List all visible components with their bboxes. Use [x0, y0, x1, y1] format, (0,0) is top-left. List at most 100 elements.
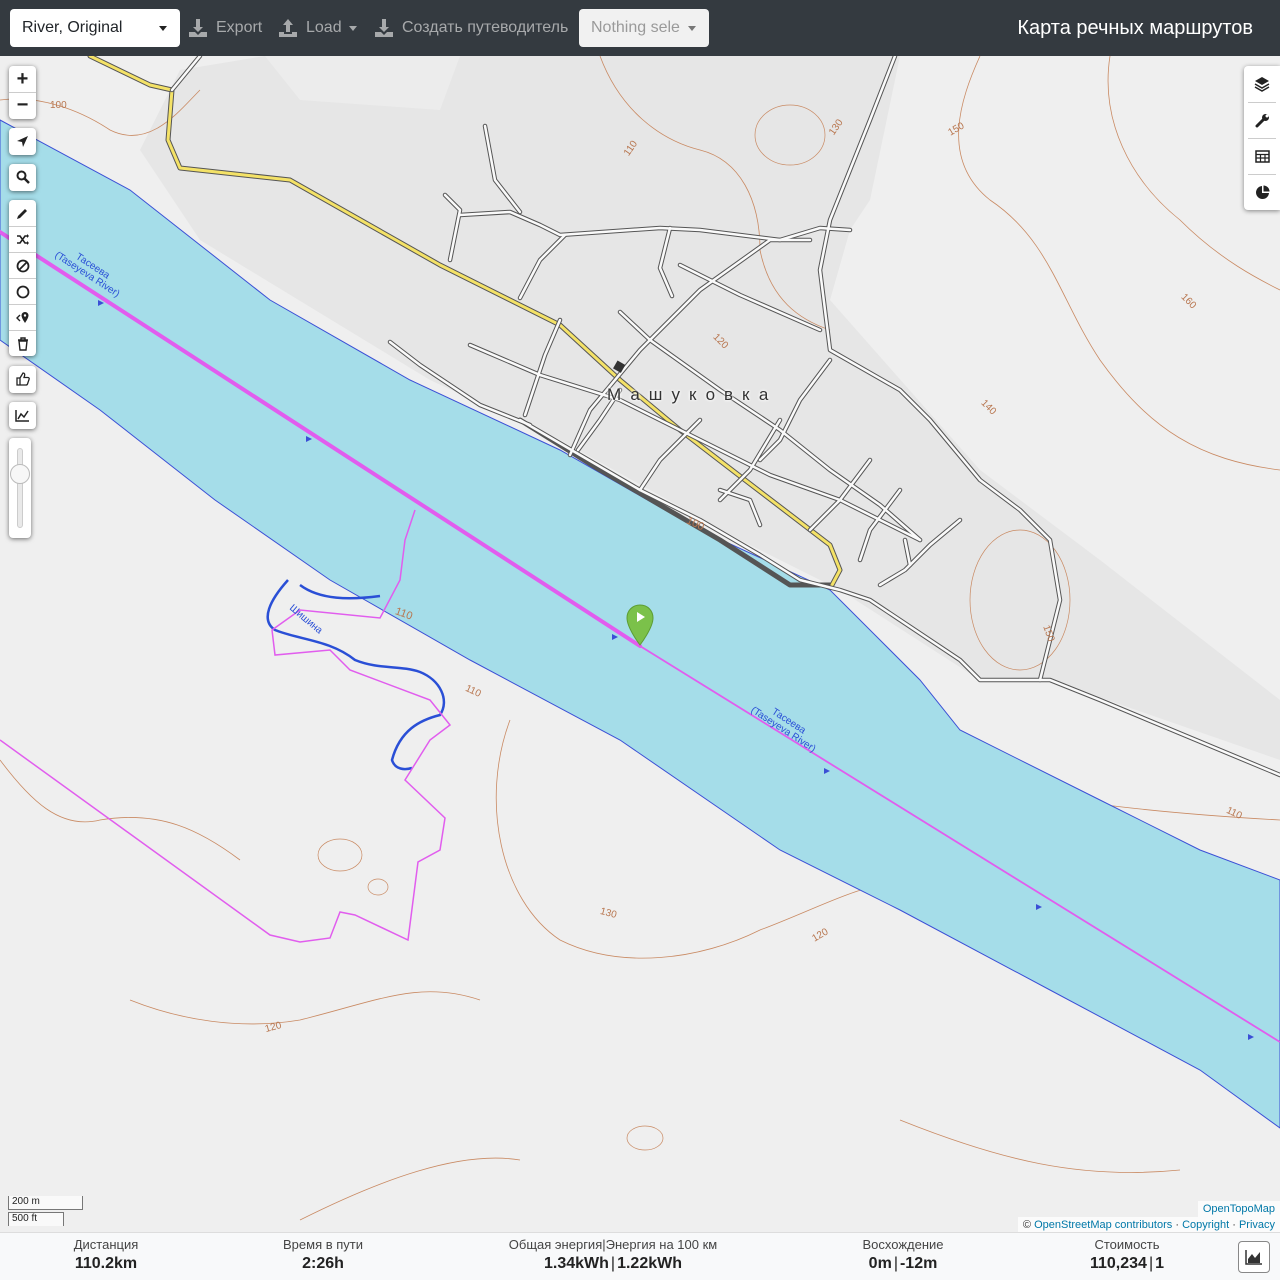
stat-energy-value: 1.34: [544, 1255, 576, 1272]
locate-control: [9, 128, 36, 155]
stat-time: Время в пути 2:26h: [283, 1233, 363, 1273]
circle-button[interactable]: [9, 278, 36, 304]
shuffle-icon: [16, 234, 29, 245]
trash-icon: [17, 336, 28, 351]
village-label: Машуковка: [607, 385, 778, 404]
stat-energy-label: Общая энергия: [508, 1237, 603, 1252]
draw-button[interactable]: [9, 200, 36, 226]
load-button[interactable]: Load: [278, 9, 360, 47]
stat-energy-unit: kWh: [575, 1255, 609, 1272]
stat-energy100-value: 1.22: [617, 1255, 649, 1272]
segment-select[interactable]: Nothing sele: [579, 9, 709, 47]
search-button[interactable]: [9, 164, 36, 190]
stat-descent-unit: m: [923, 1255, 938, 1272]
stat-energy-label-row: Общая энергия|Энергия на 100 км: [509, 1237, 717, 1252]
zoom-in-button[interactable]: +: [9, 66, 36, 92]
pie-chart-icon: [1255, 185, 1269, 199]
stat-cost-label: Стоимость: [1094, 1237, 1160, 1252]
ban-icon: [16, 259, 29, 272]
line-chart-icon: [15, 409, 29, 422]
load-label: Load: [306, 19, 342, 36]
start-marker-icon[interactable]: [626, 604, 654, 646]
poi-button[interactable]: [9, 304, 36, 330]
contour-label: 100: [50, 100, 67, 111]
layers-icon: [1254, 77, 1270, 92]
copyright-link[interactable]: Copyright: [1182, 1219, 1229, 1231]
stat-cost-value-row: 110,234 | 1: [1090, 1255, 1164, 1273]
stat-value-separator: |: [1148, 1255, 1154, 1272]
download-icon: [189, 19, 207, 37]
clear-button[interactable]: [9, 330, 36, 356]
elevation-button[interactable]: [9, 402, 36, 428]
scale-imperial: 500 ft: [8, 1212, 64, 1226]
map-attribution: © OpenStreetMap contributors · Copyright…: [1017, 1217, 1280, 1232]
wrench-icon: [1255, 114, 1269, 128]
stat-distance-unit: km: [114, 1255, 138, 1272]
thumbs-up-icon: [15, 372, 30, 386]
chevron-down-icon: [688, 26, 696, 31]
profile-select-value: River, Original: [22, 19, 123, 36]
scale-metric: 200 m: [8, 1196, 83, 1210]
layers-button[interactable]: [1248, 66, 1276, 102]
stat-cost-value: 110,234: [1089, 1255, 1147, 1272]
chevron-down-icon: [159, 26, 167, 31]
zoom-out-button[interactable]: −: [9, 92, 36, 118]
slider-handle[interactable]: [10, 464, 30, 484]
elevation-control: [9, 402, 36, 429]
copyright-sign: ©: [1022, 1219, 1032, 1231]
stat-ascent: Восхождение 0m | -12m: [862, 1233, 943, 1273]
hand-control: [9, 366, 36, 393]
stat-distance: Дистанция 110.2km: [74, 1233, 139, 1273]
zoom-control: + −: [9, 66, 36, 119]
opacity-slider[interactable]: [9, 438, 31, 538]
stat-energy100-label: Энергия на 100 км: [605, 1237, 718, 1252]
create-guide-label: Создать путеводитель: [402, 19, 569, 36]
attribution-separator: ·: [1175, 1219, 1179, 1231]
create-guide-button[interactable]: Создать путеводитель: [374, 9, 574, 47]
stat-distance-value: 110.2: [74, 1255, 115, 1272]
reverse-button[interactable]: [9, 226, 36, 252]
stats-button[interactable]: [1248, 174, 1276, 210]
search-control: [9, 164, 36, 191]
settings-button[interactable]: [1248, 102, 1276, 138]
osm-link[interactable]: OpenStreetMap contributors: [1034, 1219, 1172, 1231]
stat-ascent-unit: m: [877, 1255, 892, 1272]
export-button[interactable]: Export: [188, 9, 268, 47]
profile-select[interactable]: River, Original: [10, 9, 180, 47]
delete-route-button[interactable]: [9, 252, 36, 278]
table-button[interactable]: [1248, 138, 1276, 174]
download-icon: [375, 19, 393, 37]
privacy-link[interactable]: Privacy: [1239, 1219, 1275, 1231]
segment-select-value: Nothing sele: [591, 19, 680, 36]
map-view[interactable]: 100 110 130 150 120 160 140 100 110 130 …: [0, 56, 1280, 1232]
stat-cost-extra: 1: [1155, 1255, 1165, 1272]
hand-button[interactable]: [9, 366, 36, 392]
location-arrow-icon: [17, 135, 28, 147]
table-icon: [1254, 150, 1270, 163]
stat-ascent-value: 0: [868, 1255, 878, 1272]
stat-ascent-label: Восхождение: [862, 1237, 944, 1252]
slider-track: [17, 448, 23, 528]
stat-time-value-row: 2:26h: [283, 1255, 363, 1273]
stat-time-label: Время в пути: [283, 1237, 363, 1252]
locate-button[interactable]: [9, 128, 36, 154]
stat-energy100-unit: kWh: [648, 1255, 682, 1272]
pencil-icon: [17, 208, 27, 219]
draw-toolbar: [9, 200, 36, 356]
stat-descent-value: -12: [899, 1255, 924, 1272]
app-title: Карта речных маршрутов: [1017, 17, 1253, 39]
stat-energy: Общая энергия|Энергия на 100 км 1.34kWh |…: [509, 1233, 717, 1273]
stat-cost: Стоимость 110,234 | 1: [1090, 1233, 1164, 1273]
route-stats-bar: Дистанция 110.2km Время в пути 2:26h Общ…: [0, 1232, 1280, 1280]
circle-icon: [16, 285, 29, 298]
stat-energy-value-row: 1.34kWh | 1.22kWh: [509, 1255, 717, 1273]
stat-distance-label: Дистанция: [73, 1237, 139, 1252]
opentopomap-link[interactable]: OpenTopoMap: [1203, 1203, 1275, 1215]
layer-attribution: OpenTopoMap: [1197, 1201, 1280, 1217]
chevron-down-icon: [349, 26, 357, 31]
map-pin-icon: [15, 311, 28, 323]
elevation-chart-button[interactable]: [1238, 1241, 1270, 1273]
upload-icon: [279, 19, 297, 37]
right-toolbar: [1244, 66, 1280, 210]
top-navbar: River, Original Export Load Создать путе…: [0, 0, 1280, 56]
